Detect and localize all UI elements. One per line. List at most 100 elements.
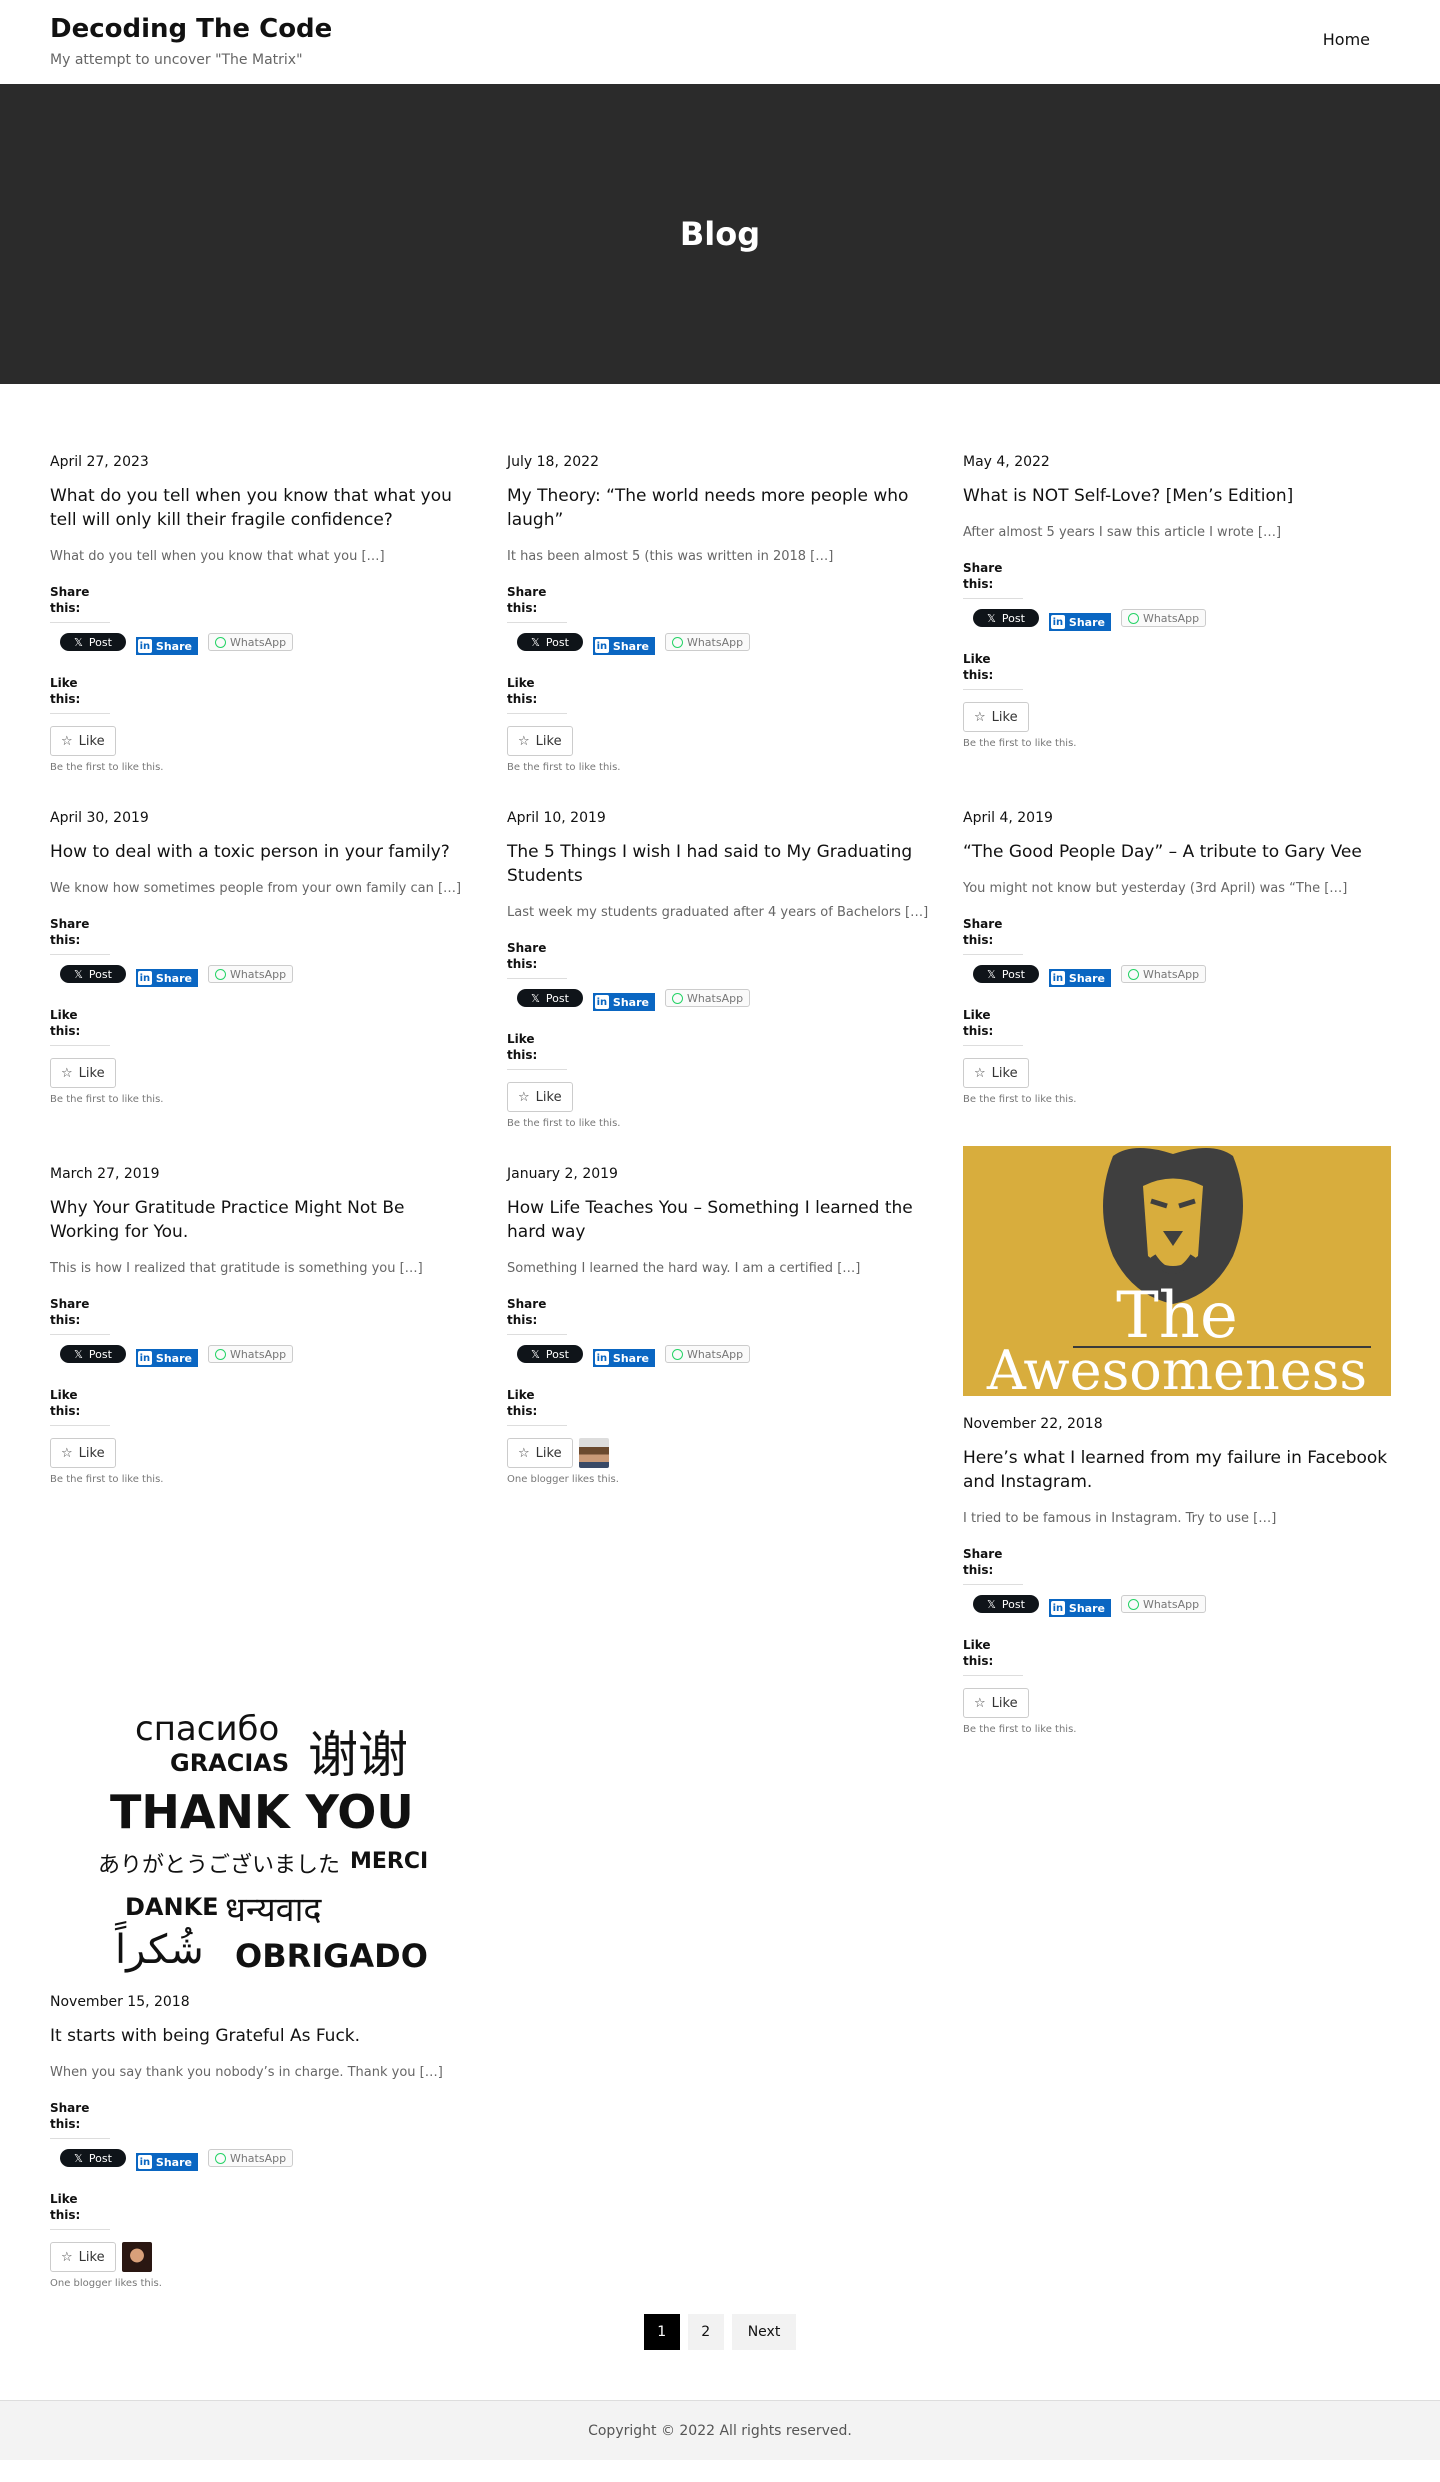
whatsapp-share-button[interactable]: WhatsApp [207, 633, 294, 651]
x-post-button[interactable]: 𝕏 Post [60, 633, 126, 651]
post-title-link[interactable]: How Life Teaches You – Something I learn… [507, 1196, 935, 1244]
x-post-button[interactable]: 𝕏 Post [973, 1595, 1039, 1613]
x-post-label: Post [1001, 967, 1025, 981]
like-section: Like this: ☆ Like Be the first to like th… [963, 1007, 1391, 1105]
post-featured-image[interactable]: The Awesomeness [963, 1146, 1391, 1396]
whatsapp-share-button[interactable]: WhatsApp [664, 633, 751, 651]
whatsapp-share-button[interactable]: WhatsApp [664, 989, 751, 1007]
like-section: Like this: ☆ Like One blogger likes this. [50, 2191, 478, 2289]
post-card: April 27, 2023 What do you tell when you… [50, 452, 478, 773]
like-button[interactable]: ☆ Like [50, 1058, 116, 1088]
post-title-link[interactable]: What do you tell when you know that what… [50, 484, 478, 532]
whatsapp-icon [671, 636, 683, 648]
post-title-link[interactable]: It starts with being Grateful As Fuck. [50, 2024, 478, 2048]
post-title-link[interactable]: How to deal with a toxic person in your … [50, 840, 478, 864]
x-post-button[interactable]: 𝕏 Post [60, 2149, 126, 2167]
like-button[interactable]: ☆ Like [507, 1082, 573, 1112]
whatsapp-share-button[interactable]: WhatsApp [1120, 1595, 1207, 1613]
post-title-link[interactable]: What is NOT Self-Love? [Men’s Edition] [963, 484, 1391, 508]
linkedin-share-button[interactable]: in Share [592, 1349, 655, 1367]
next-page-link[interactable]: Next [731, 2314, 797, 2350]
linkedin-share-button[interactable]: in Share [135, 969, 198, 987]
like-button[interactable]: ☆ Like [507, 726, 573, 756]
x-post-button[interactable]: 𝕏 Post [973, 609, 1039, 627]
like-button[interactable]: ☆ Like [507, 1438, 573, 1468]
x-icon: 𝕏 [987, 1597, 996, 1611]
like-heading: Like this: [50, 1387, 110, 1426]
linkedin-share-label: Share [155, 1351, 192, 1365]
like-heading: Like this: [50, 1007, 110, 1046]
linkedin-share-button[interactable]: in Share [135, 637, 198, 655]
post-title-link[interactable]: “The Good People Day” – A tribute to Gar… [963, 840, 1391, 864]
share-buttons: 𝕏 Post in Share WhatsApp [50, 627, 478, 657]
share-section: Share this: 𝕏 Post in Share WhatsApp [963, 916, 1391, 989]
nav-home-link[interactable]: Home [1323, 30, 1370, 49]
x-post-label: Post [88, 2151, 112, 2165]
linkedin-share-button[interactable]: in Share [1048, 969, 1111, 987]
share-buttons: 𝕏 Post in Share WhatsApp [963, 603, 1391, 633]
post-title-link[interactable]: Here’s what I learned from my failure in… [963, 1446, 1391, 1494]
liker-avatar[interactable] [121, 2242, 152, 2272]
post-title-link[interactable]: The 5 Things I wish I had said to My Gra… [507, 840, 935, 888]
x-post-button[interactable]: 𝕏 Post [60, 1345, 126, 1363]
whatsapp-share-button[interactable]: WhatsApp [207, 2149, 294, 2167]
linkedin-share-button[interactable]: in Share [592, 637, 655, 655]
x-post-button[interactable]: 𝕏 Post [517, 989, 583, 1007]
linkedin-share-button[interactable]: in Share [592, 993, 655, 1011]
linkedin-icon: in [137, 1351, 152, 1365]
x-post-button[interactable]: 𝕏 Post [517, 1345, 583, 1363]
post-excerpt: It has been almost 5 (this was written i… [507, 549, 834, 564]
linkedin-share-button[interactable]: in Share [135, 1349, 198, 1367]
post-title-link[interactable]: My Theory: “The world needs more people … [507, 484, 935, 532]
x-post-button[interactable]: 𝕏 Post [973, 965, 1039, 983]
site-tagline: My attempt to uncover "The Matrix" [50, 52, 303, 68]
x-post-label: Post [88, 635, 112, 649]
x-post-label: Post [545, 991, 569, 1005]
site-title[interactable]: Decoding The Code [50, 14, 332, 44]
linkedin-share-button[interactable]: in Share [135, 2153, 198, 2171]
thanks-word: GRACIAS [170, 1749, 290, 1777]
x-post-label: Post [88, 1347, 112, 1361]
like-note: Be the first to like this. [507, 762, 621, 773]
whatsapp-label: WhatsApp [686, 635, 744, 649]
like-button[interactable]: ☆ Like [50, 2242, 116, 2272]
linkedin-share-label: Share [1068, 1601, 1105, 1615]
whatsapp-share-button[interactable]: WhatsApp [1120, 965, 1207, 983]
star-icon: ☆ [974, 1065, 986, 1081]
post-excerpt: I tried to be famous in Instagram. Try t… [963, 1511, 1277, 1526]
like-section: Like this: ☆ Like Be the first to like th… [50, 675, 478, 773]
image-text-awesomeness: Awesomeness [986, 1339, 1368, 1397]
like-button[interactable]: ☆ Like [963, 702, 1029, 732]
like-note: Be the first to like this. [507, 1118, 621, 1129]
liker-avatar[interactable] [578, 1438, 609, 1468]
like-row: ☆ Like [50, 2242, 478, 2272]
whatsapp-share-button[interactable]: WhatsApp [207, 965, 294, 983]
linkedin-icon: in [137, 2155, 152, 2169]
linkedin-icon: in [1050, 1601, 1065, 1615]
like-label: Like [991, 1065, 1018, 1081]
linkedin-share-button[interactable]: in Share [1048, 613, 1111, 631]
like-button[interactable]: ☆ Like [963, 1058, 1029, 1088]
page-1-link[interactable]: 1 [643, 2314, 680, 2350]
x-post-button[interactable]: 𝕏 Post [517, 633, 583, 651]
whatsapp-share-button[interactable]: WhatsApp [1120, 609, 1207, 627]
page-2-link[interactable]: 2 [687, 2314, 724, 2350]
like-button[interactable]: ☆ Like [963, 1688, 1029, 1718]
x-post-label: Post [545, 1347, 569, 1361]
star-icon: ☆ [518, 1089, 530, 1105]
post-featured-image[interactable]: спасибо 谢谢 GRACIAS THANK YOU ありがとうございました… [50, 1709, 478, 1975]
like-heading: Like this: [963, 651, 1023, 690]
whatsapp-share-button[interactable]: WhatsApp [664, 1345, 751, 1363]
post-title-link[interactable]: Why Your Gratitude Practice Might Not Be… [50, 1196, 478, 1244]
linkedin-icon: in [594, 1351, 609, 1365]
like-button[interactable]: ☆ Like [50, 1438, 116, 1468]
like-note: Be the first to like this. [963, 738, 1077, 749]
x-post-button[interactable]: 𝕏 Post [60, 965, 126, 983]
linkedin-share-button[interactable]: in Share [1048, 1599, 1111, 1617]
post-card: January 2, 2019 How Life Teaches You – S… [507, 1164, 935, 1485]
like-button[interactable]: ☆ Like [50, 726, 116, 756]
whatsapp-icon [671, 1348, 683, 1360]
thanks-word: OBRIGADO [235, 1937, 428, 1975]
share-heading: Share this: [963, 916, 1023, 955]
whatsapp-share-button[interactable]: WhatsApp [207, 1345, 294, 1363]
